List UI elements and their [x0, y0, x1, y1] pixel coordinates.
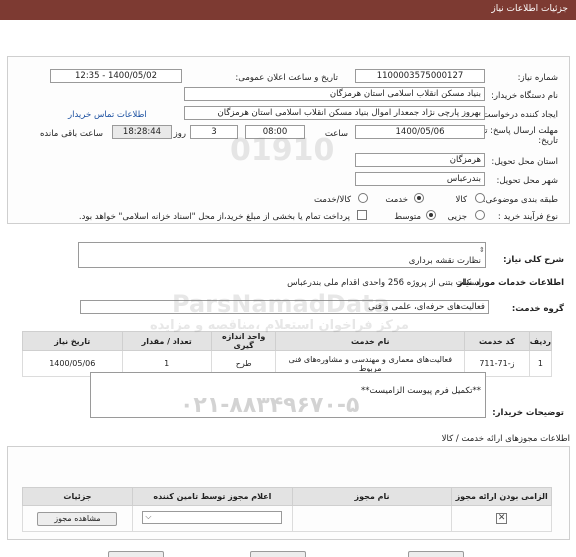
- col-need-date: تاریخ نیاز: [22, 331, 123, 351]
- page-header: جزئیات اطلاعات نیاز: [0, 0, 576, 20]
- bottom-button-right[interactable]: [408, 551, 464, 557]
- category-option-goods: کالا: [455, 195, 467, 205]
- col-permit-required: الزامی بودن ارائه مجوز: [451, 487, 552, 506]
- announce-label: تاریخ و ساعت اعلان عمومی:: [235, 73, 338, 83]
- deadline-time-field: 08:00: [245, 125, 305, 139]
- need-desc-line-1: نظارت نقشه برداری: [408, 256, 481, 266]
- row-number: 1: [528, 350, 553, 377]
- col-permit-details: جزئیات: [22, 487, 133, 506]
- permits-header-row: الزامی بودن ارائه مجوز نام مجوز اعلام مج…: [22, 487, 552, 506]
- permit-details-cell: مشاهده مجوز: [22, 505, 133, 532]
- service-group-field: فعالیت‌های حرفه‌ای، علمی و فنی: [80, 300, 489, 314]
- category-radio-both[interactable]: [358, 193, 368, 203]
- treasury-payment-checkbox[interactable]: [357, 210, 367, 220]
- buyer-notes-label: توضیحات خریدار:: [492, 408, 564, 418]
- required-checkbox-icon: ✕: [496, 513, 508, 524]
- chevron-down-icon: ⌵: [145, 512, 152, 521]
- category-label: طبقه بندی موضوعی:: [482, 195, 558, 205]
- permit-declared-cell: ⌵: [131, 505, 293, 532]
- process-label: نوع فرآیند خرید :: [497, 212, 558, 222]
- buyer-org-field: بنیاد مسکن انقلاب اسلامی استان هرمزگان: [184, 87, 485, 101]
- process-option-minor: جزیی: [447, 212, 467, 222]
- time-label: ساعت: [324, 129, 348, 139]
- category-option-service: خدمت: [385, 195, 408, 205]
- permit-required-cell: ✕: [451, 505, 552, 532]
- col-permit-declared: اعلام مجوز توسط تامین کننده: [131, 487, 293, 506]
- permit-name-cell: [291, 505, 453, 532]
- province-label: استان محل تحویل:: [491, 157, 558, 167]
- need-number-label: شماره نیاز:: [517, 73, 558, 83]
- permits-section-title: اطلاعات مجوزهای ارائه خدمت / کالا: [441, 434, 570, 444]
- col-unit: واحد اندازه گیری: [210, 331, 277, 351]
- need-desc-box: نظارت نقشه برداری اسکلت بتنی از پروژه 25…: [78, 242, 486, 288]
- col-service-code: کد خدمت: [464, 331, 530, 351]
- deadline-label: مهلت ارسال پاسخ: تا تاریخ:: [482, 126, 558, 146]
- permit-declared-select[interactable]: ⌵: [142, 511, 283, 524]
- treasury-payment-note: پرداخت تمام یا بخشی از مبلغ خرید،از محل …: [78, 212, 350, 222]
- category-radio-service[interactable]: [414, 193, 424, 203]
- category-option-both: کالا/خدمت: [314, 195, 351, 205]
- process-radio-minor[interactable]: [475, 210, 485, 220]
- creator-field: بهروز پارچی نژاد جمعدار اموال بنیاد مسکن…: [184, 106, 485, 120]
- table-row: ✕ ⌵ مشاهده مجوز: [22, 505, 552, 532]
- col-permit-name: نام مجوز: [291, 487, 453, 506]
- category-radio-goods[interactable]: [475, 193, 485, 203]
- deadline-date-field: 1400/05/06: [355, 125, 485, 139]
- contact-link[interactable]: اطلاعات تماس خریدار: [68, 110, 147, 120]
- days-field: 3: [190, 125, 238, 139]
- service-group-label: گروه خدمت:: [511, 304, 564, 314]
- need-desc-line-2: اسکلت بتنی از پروژه 256 واحدی اقدام ملی …: [287, 278, 481, 288]
- remaining-time-field: 18:28:44: [112, 125, 172, 139]
- buyer-notes-box: **تکمیل فرم پیوست الزامیست**: [90, 372, 486, 418]
- permits-table: الزامی بودن ارائه مجوز نام مجوز اعلام مج…: [22, 487, 552, 532]
- province-field: هرمزگان: [355, 153, 485, 167]
- need-number-field: 1100003575000127: [355, 69, 485, 83]
- services-header-row: ردیف کد خدمت نام خدمت واحد اندازه گیری ت…: [22, 331, 553, 351]
- need-desc-label: شرح کلی نیاز:: [503, 255, 564, 265]
- page-title: جزئیات اطلاعات نیاز: [491, 4, 568, 14]
- services-table: ردیف کد خدمت نام خدمت واحد اندازه گیری ت…: [22, 331, 553, 377]
- bottom-button-middle[interactable]: [250, 551, 306, 557]
- buyer-notes-text: **تکمیل فرم پیوست الزامیست**: [361, 386, 481, 396]
- process-radio-medium[interactable]: [426, 210, 436, 220]
- col-row-no: ردیف: [528, 331, 553, 351]
- view-permit-button[interactable]: مشاهده مجوز: [37, 511, 118, 526]
- city-field: بندرعباس: [355, 172, 485, 186]
- buyer-org-label: نام دستگاه خریدار:: [491, 91, 558, 101]
- creator-label: ایجاد کننده درخواست:: [479, 110, 558, 120]
- bottom-button-left[interactable]: [108, 551, 164, 557]
- remaining-label: ساعت باقی مانده: [39, 129, 103, 139]
- services-section-title: اطلاعات خدمات مورد نیاز: [457, 278, 564, 288]
- process-option-medium: متوسط: [394, 212, 421, 222]
- announce-field: 1400/05/02 - 12:35: [50, 69, 182, 83]
- col-quantity: تعداد / مقدار: [121, 331, 212, 351]
- col-service-name: نام خدمت: [275, 331, 466, 351]
- city-label: شهر محل تحویل:: [496, 176, 558, 186]
- resize-arrows-icon: ⇕: [479, 246, 485, 254]
